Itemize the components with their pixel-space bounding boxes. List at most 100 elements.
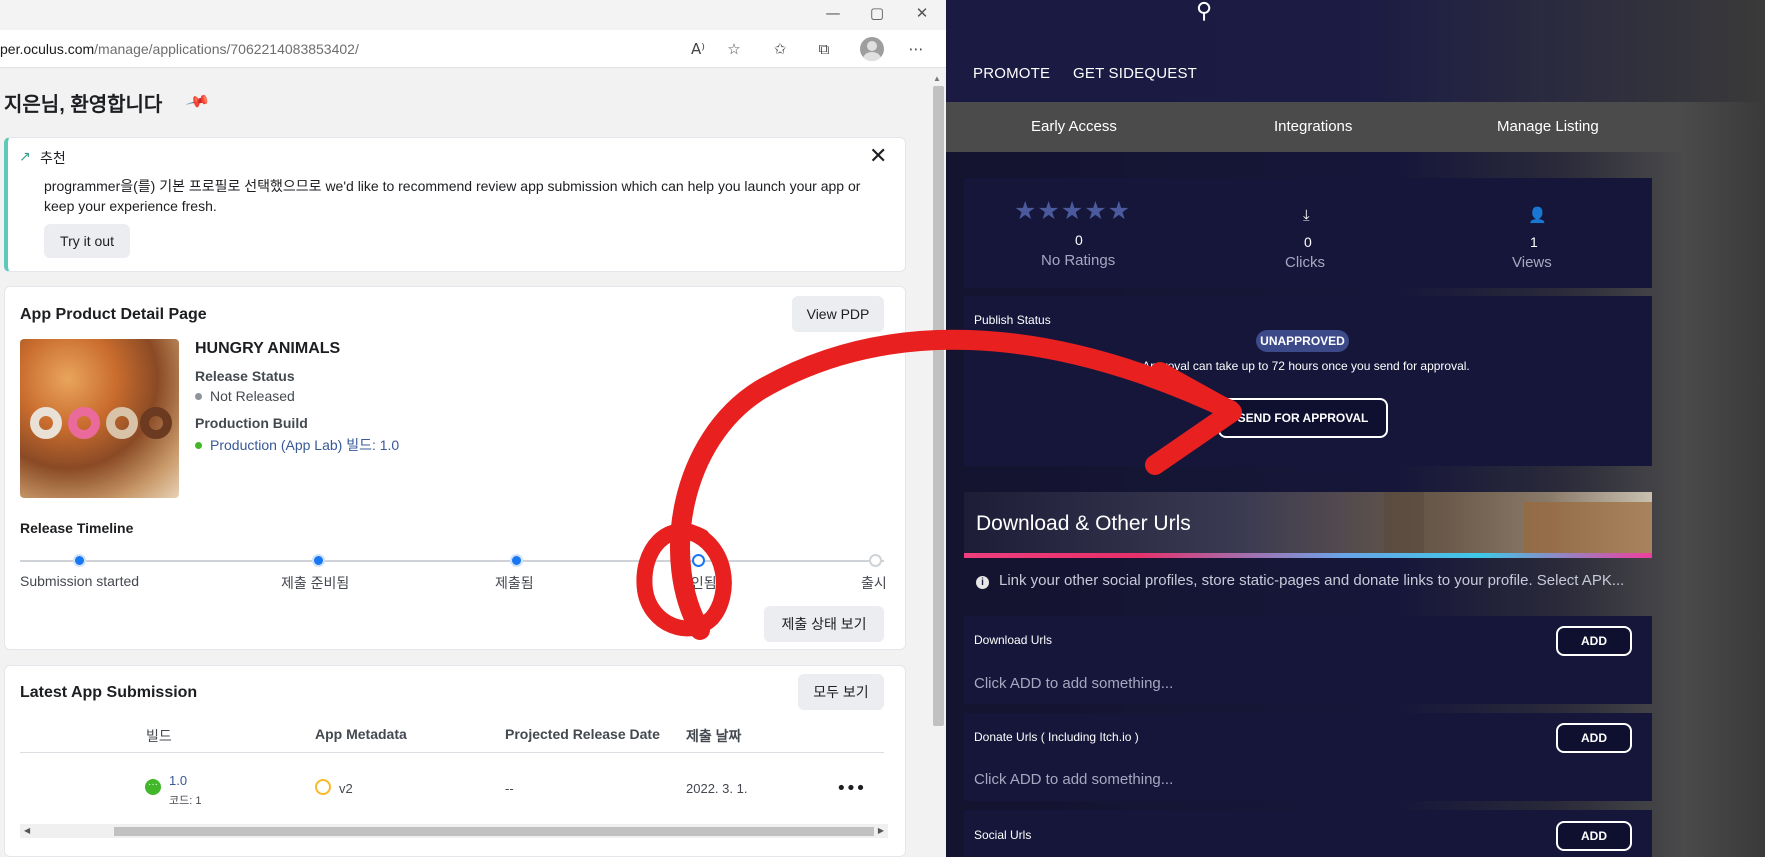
scroll-up-icon[interactable]: ▲ — [933, 74, 941, 83]
url-path: /manage/applications/7062214083853402/ — [94, 41, 359, 57]
timeline-step-label: 제출됨 — [495, 575, 534, 591]
close-icon[interactable]: ✕ — [869, 144, 887, 169]
donut-graphic — [140, 407, 172, 439]
page-scrollbar[interactable]: ▲ — [930, 72, 946, 857]
donut-graphic — [30, 407, 62, 439]
scrollbar-thumb[interactable] — [114, 827, 874, 836]
tab-manage-listing[interactable]: Manage Listing — [1497, 118, 1599, 135]
app-thumbnail[interactable] — [20, 339, 179, 498]
build-status-icon: ··· — [145, 779, 161, 795]
production-build-link[interactable]: Production (App Lab) 빌드: 1.0 — [210, 437, 399, 453]
metadata-status-icon — [315, 779, 331, 795]
approval-note: Approval can take up to 72 hours once yo… — [1142, 359, 1470, 373]
column-header-build: 빌드 — [146, 728, 172, 744]
clicks-count: 0 — [1304, 234, 1312, 250]
rating-stars-icon[interactable]: ★★★★★ — [1014, 196, 1131, 225]
user-icon: 👤 — [1528, 206, 1547, 224]
metadata-version: v2 — [339, 781, 353, 796]
search-icon[interactable]: ⚲ — [1196, 0, 1212, 24]
timeline-step-label: 제출 준비됨 — [281, 575, 350, 591]
timeline-step-label: 출시 — [861, 575, 887, 591]
views-label: Views — [1512, 254, 1552, 271]
url-host: per.oculus.com — [0, 41, 95, 57]
view-pdp-button[interactable]: View PDP — [792, 296, 884, 332]
download-section-info: i Link your other social profiles, store … — [976, 572, 1624, 589]
pin-icon[interactable]: 📌 — [185, 88, 212, 114]
column-header-submit-date: 제출 날짜 — [686, 728, 742, 744]
more-menu-icon[interactable]: ⋯ — [904, 38, 928, 60]
production-build-value[interactable]: Production (App Lab) 빌드: 1.0 — [195, 435, 399, 455]
build-version-text[interactable]: 1.0 — [169, 773, 187, 788]
timeline-step-dot — [869, 554, 882, 567]
favorites-icon[interactable]: ✩ — [768, 38, 792, 60]
listing-tabbar: Early Access Integrations Manage Listing — [946, 102, 1682, 152]
address-bar[interactable]: per.oculus.com/manage/applications/70622… — [0, 30, 946, 68]
release-status-value: Not Released — [195, 388, 295, 404]
favorite-add-icon[interactable]: ☆ — [722, 38, 746, 60]
app-name: HUNGRY ANIMALS — [195, 340, 341, 357]
profile-avatar[interactable] — [860, 37, 884, 61]
nav-get-sidequest[interactable]: GET SIDEQUEST — [1073, 65, 1197, 82]
timeline-step-dot — [73, 554, 86, 567]
projected-release-date: -- — [505, 781, 514, 796]
timeline-track — [20, 560, 884, 562]
table-horizontal-scrollbar[interactable]: ◀ ▶ — [20, 824, 888, 838]
browser-titlebar: — ▢ ✕ — [0, 0, 946, 30]
download-section-title: Download & Other Urls — [976, 512, 1191, 535]
scrollbar-thumb[interactable] — [933, 86, 944, 726]
ratings-count: 0 — [1075, 232, 1083, 248]
submit-date: 2022. 3. 1. — [686, 781, 748, 796]
download-urls-hint: Click ADD to add something... — [974, 675, 1174, 692]
timeline-step-dot — [312, 554, 325, 567]
sidequest-window: ⚲ PROMOTE GET SIDEQUEST Early Access Int… — [946, 0, 1765, 857]
sidequest-header — [946, 0, 1765, 102]
tab-integrations[interactable]: Integrations — [1274, 118, 1352, 135]
status-badge: UNAPPROVED — [1256, 330, 1349, 352]
timeline-step-dot — [510, 554, 523, 567]
download-icon: ⤓ — [1303, 206, 1310, 224]
add-download-url-button[interactable]: ADD — [1556, 626, 1632, 656]
social-urls-title: Social Urls — [974, 828, 1032, 842]
banner-decoration — [1524, 502, 1652, 556]
pdp-title: App Product Detail Page — [20, 306, 207, 323]
gradient-divider — [964, 553, 1652, 558]
tab-early-access[interactable]: Early Access — [1031, 118, 1117, 135]
scroll-left-icon[interactable]: ◀ — [24, 826, 30, 835]
info-text: Link your other social profiles, store s… — [999, 572, 1625, 589]
banner-decoration — [1384, 492, 1424, 556]
read-aloud-icon[interactable]: A⁾ — [686, 38, 710, 60]
donut-graphic — [106, 407, 138, 439]
column-header-release-date: Projected Release Date — [505, 726, 660, 742]
send-for-approval-button[interactable]: SEND FOR APPROVAL — [1218, 398, 1388, 438]
minimize-button[interactable]: — — [818, 2, 848, 24]
add-donate-url-button[interactable]: ADD — [1556, 723, 1632, 753]
release-status-text: Not Released — [210, 388, 295, 404]
download-urls-title: Download Urls — [974, 633, 1053, 647]
production-build-label: Production Build — [195, 415, 308, 431]
clicks-label: Clicks — [1285, 254, 1325, 271]
timeline-step-label: Submission started — [20, 573, 140, 589]
timeline-step-dot — [692, 554, 705, 567]
publish-status-panel — [964, 296, 1652, 466]
trend-icon: ↗ — [19, 149, 31, 165]
maximize-button[interactable]: ▢ — [862, 2, 892, 24]
row-more-icon[interactable]: ••• — [836, 778, 866, 799]
close-window-button[interactable]: ✕ — [907, 2, 937, 24]
release-status-label: Release Status — [195, 368, 295, 384]
scroll-right-icon[interactable]: ▶ — [878, 826, 884, 835]
ratings-label: No Ratings — [1041, 252, 1116, 269]
view-submission-status-button[interactable]: 제출 상태 보기 — [764, 606, 884, 642]
collections-icon[interactable]: ⧉ — [812, 38, 836, 60]
add-social-url-button[interactable]: ADD — [1556, 821, 1632, 851]
stats-panel — [964, 178, 1652, 288]
table-divider — [20, 752, 884, 753]
oculus-dashboard-window: — ▢ ✕ per.oculus.com/manage/applications… — [0, 0, 946, 857]
info-icon: i — [976, 576, 989, 589]
recommendation-text: programmer을(를) 기본 프로필로 선택했으므로 we'd like … — [44, 178, 861, 214]
url-text[interactable]: per.oculus.com/manage/applications/70622… — [0, 41, 359, 57]
build-version-link[interactable]: 1.0 — [169, 773, 187, 788]
view-all-button[interactable]: 모두 보기 — [798, 674, 884, 710]
try-it-out-button[interactable]: Try it out — [44, 224, 130, 258]
nav-promote[interactable]: PROMOTE — [973, 65, 1050, 82]
donut-graphic — [68, 407, 100, 439]
